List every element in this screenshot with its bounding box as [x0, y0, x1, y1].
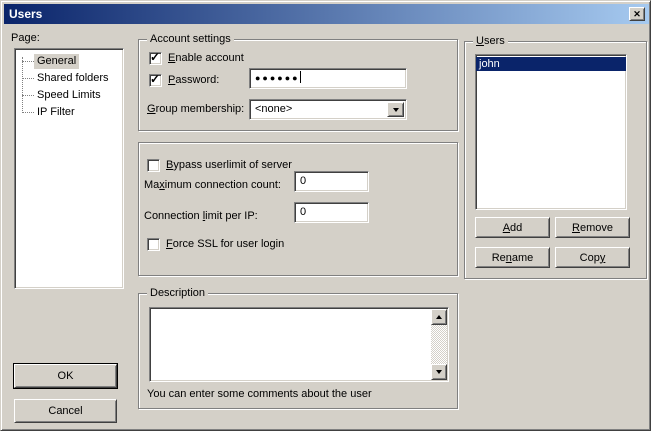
arrow-up-icon [436, 315, 442, 319]
copy-user-button-label: Copy [580, 252, 606, 264]
password-checkbox[interactable]: ✓ Password: [149, 74, 219, 87]
password-input[interactable]: ●●●●●● [249, 68, 407, 89]
account-settings-title: Account settings [147, 33, 234, 46]
bypass-userlimit-checkbox[interactable]: ✓ Bypass userlimit of server [147, 159, 292, 172]
tree-connector [22, 78, 34, 79]
page-item-label: General [34, 54, 79, 69]
rename-user-button[interactable]: Rename [475, 247, 550, 268]
users-title: Users [473, 35, 508, 48]
users-group: Users john Add Remove Rename Copy [464, 41, 647, 279]
checkbox-box: ✓ [149, 52, 162, 65]
max-connection-label: Maximum connection count: [144, 179, 281, 192]
page-item-label: Speed Limits [34, 88, 104, 103]
users-dialog: Users ✕ Page: General Shared folders Spe… [0, 0, 651, 431]
cancel-button-label: Cancel [48, 405, 82, 417]
connection-per-ip-label: Connection limit per IP: [144, 210, 258, 223]
page-tree: General Shared folders Speed Limits IP F… [14, 48, 124, 289]
remove-user-button-label: Remove [572, 222, 613, 234]
scroll-down-button[interactable] [431, 364, 447, 380]
dropdown-button[interactable] [387, 102, 404, 117]
rename-user-button-label: Rename [492, 252, 534, 264]
add-user-button[interactable]: Add [475, 217, 550, 238]
max-connection-input[interactable]: 0 [294, 171, 369, 192]
page-item-ip-filter[interactable]: IP Filter [15, 104, 123, 121]
limits-group: ✓ Bypass userlimit of server Maximum con… [138, 142, 458, 276]
titlebar[interactable]: Users [4, 4, 649, 24]
checkbox-box: ✓ [147, 238, 160, 251]
page-item-label: IP Filter [34, 105, 78, 120]
checkbox-box: ✓ [149, 74, 162, 87]
page-item-general[interactable]: General [15, 53, 123, 70]
checkbox-box: ✓ [147, 159, 160, 172]
cancel-button[interactable]: Cancel [14, 399, 117, 423]
user-list-item-john[interactable]: john [476, 57, 626, 71]
bypass-userlimit-label: Bypass userlimit of server [166, 159, 292, 172]
scrollbar-track[interactable] [431, 325, 447, 364]
page-item-speed-limits[interactable]: Speed Limits [15, 87, 123, 104]
ok-button[interactable]: OK [14, 364, 117, 388]
page-label: Page: [11, 32, 40, 45]
group-membership-value: <none> [255, 100, 292, 119]
close-button[interactable]: ✕ [629, 7, 645, 21]
enable-account-label: Enable account [168, 52, 244, 65]
arrow-down-icon [436, 370, 442, 374]
page-item-shared-folders[interactable]: Shared folders [15, 70, 123, 87]
copy-user-button[interactable]: Copy [555, 247, 630, 268]
tree-connector [22, 95, 34, 96]
ok-button-label: OK [58, 370, 74, 382]
tree-connector [22, 112, 34, 113]
window-title: Users [9, 7, 42, 21]
description-group: Description You can enter some comments … [138, 293, 458, 409]
add-user-button-label: Add [503, 222, 523, 234]
tree-connector [22, 61, 34, 62]
scroll-up-button[interactable] [431, 309, 447, 325]
account-settings-group: Account settings ✓ Enable account ✓ Pass… [138, 39, 458, 131]
force-ssl-label: Force SSL for user login [166, 238, 284, 251]
users-listbox[interactable]: john [475, 54, 627, 210]
description-scrollbar[interactable] [431, 309, 447, 380]
close-icon: ✕ [633, 10, 641, 19]
group-membership-select[interactable]: <none> [249, 99, 407, 120]
enable-account-checkbox[interactable]: ✓ Enable account [149, 52, 244, 65]
description-textarea[interactable] [149, 307, 449, 382]
chevron-down-icon [393, 108, 399, 112]
force-ssl-checkbox[interactable]: ✓ Force SSL for user login [147, 238, 284, 251]
description-title: Description [147, 287, 208, 300]
remove-user-button[interactable]: Remove [555, 217, 630, 238]
checkmark-icon: ✓ [150, 51, 160, 64]
connection-per-ip-input[interactable]: 0 [294, 202, 369, 223]
description-hint: You can enter some comments about the us… [147, 388, 372, 401]
password-label: Password: [168, 74, 219, 87]
group-membership-label: Group membership: [147, 103, 244, 116]
checkmark-icon: ✓ [150, 73, 160, 86]
page-item-label: Shared folders [34, 71, 112, 86]
